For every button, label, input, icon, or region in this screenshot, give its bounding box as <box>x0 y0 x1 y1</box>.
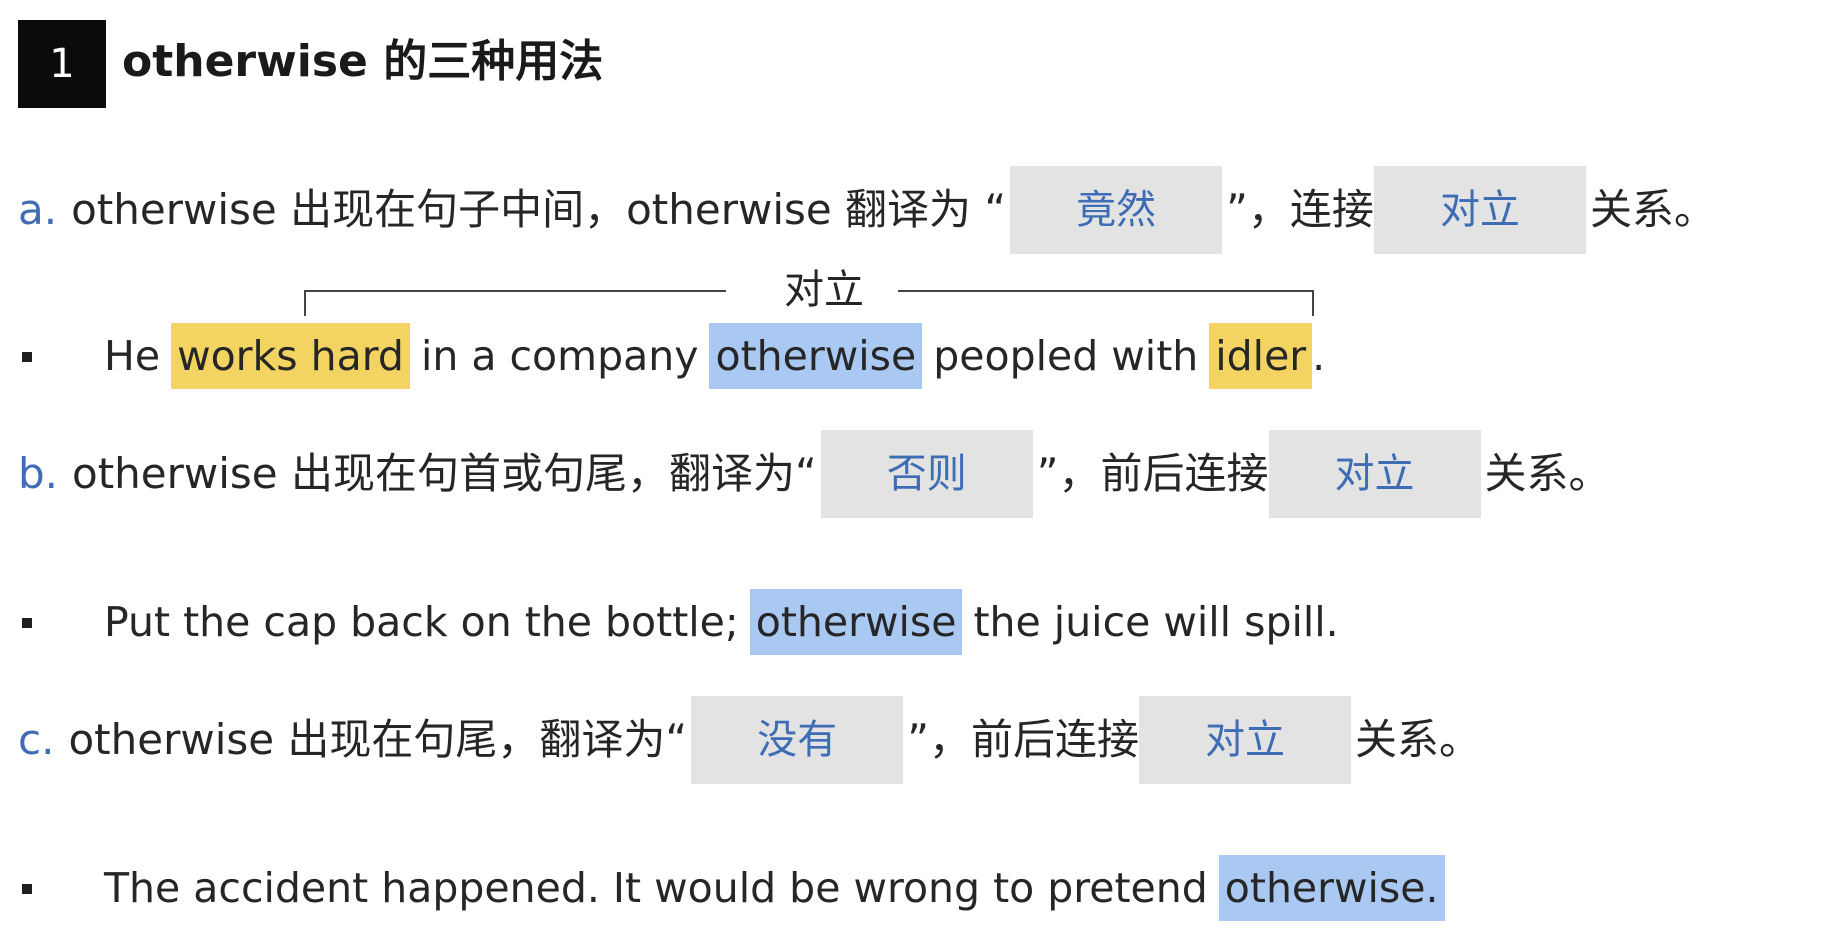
example-sentence-b: Put the cap back on the bottle; otherwis… <box>104 588 1339 656</box>
answer-box: 对立 <box>1373 166 1586 254</box>
sentence-text: the juice will spill. <box>973 598 1339 646</box>
highlight-blue: otherwise. <box>1218 855 1445 921</box>
example-sentence-c: The accident happened. It would be wrong… <box>104 854 1445 922</box>
rule-text: otherwise 出现在句尾，翻译为“ <box>68 715 688 764</box>
highlight-yellow: works hard <box>171 323 410 389</box>
answer-box: 没有 <box>691 696 904 784</box>
sentence-text: He <box>104 332 161 380</box>
rule-letter: c. <box>18 715 55 764</box>
bullet-dot <box>22 618 32 628</box>
sentence-text: Put the cap back on the bottle; <box>104 598 739 646</box>
sentence-text: . <box>1312 332 1326 380</box>
example-sentence-a: He works hard in a company otherwise peo… <box>104 322 1325 390</box>
rule-text: 关系。 <box>1484 449 1611 498</box>
rule-text: otherwise 出现在句子中间，otherwise 翻译为 “ <box>71 185 1007 234</box>
rule-text: 关系。 <box>1589 185 1716 234</box>
rule-c: c. otherwise 出现在句尾，翻译为“ 没有 ”，前后连接 对立 关系。 <box>18 696 1481 784</box>
rule-b: b. otherwise 出现在句首或句尾，翻译为“ 否则 ”，前后连接 对立 … <box>18 430 1611 518</box>
bracket-tick-left <box>304 290 306 316</box>
sentence-text: peopled with <box>933 332 1199 380</box>
bracket-label: 对立 <box>784 267 864 313</box>
highlight-yellow: idler <box>1209 323 1313 389</box>
rule-text: ”，前后连接 <box>907 715 1139 764</box>
sentence-text: in a company <box>420 332 699 380</box>
highlight-blue: otherwise <box>749 589 963 655</box>
answer-box: 竟然 <box>1010 166 1223 254</box>
answer-box: 对立 <box>1268 430 1481 518</box>
section-number-badge: 1 <box>18 20 106 108</box>
rule-text: 关系。 <box>1354 715 1481 764</box>
sentence-text: The accident happened. It would be wrong… <box>104 864 1208 912</box>
answer-box: 否则 <box>820 430 1033 518</box>
bullet-dot <box>22 884 32 894</box>
rule-a: a. otherwise 出现在句子中间，otherwise 翻译为 “ 竟然 … <box>18 166 1716 254</box>
bullet-dot <box>22 352 32 362</box>
bracket-tick-right <box>1312 290 1314 316</box>
page-title: otherwise 的三种用法 <box>122 36 604 87</box>
rule-letter: a. <box>18 185 58 234</box>
bracket-line-left <box>304 290 726 292</box>
rule-text: otherwise 出现在句首或句尾，翻译为“ <box>72 449 817 498</box>
answer-box: 对立 <box>1138 696 1351 784</box>
rule-letter: b. <box>18 449 59 498</box>
rule-text: ”，连接 <box>1226 185 1374 234</box>
highlight-blue: otherwise <box>709 323 923 389</box>
rule-text: ”，前后连接 <box>1036 449 1269 498</box>
bracket-line-right <box>898 290 1314 292</box>
